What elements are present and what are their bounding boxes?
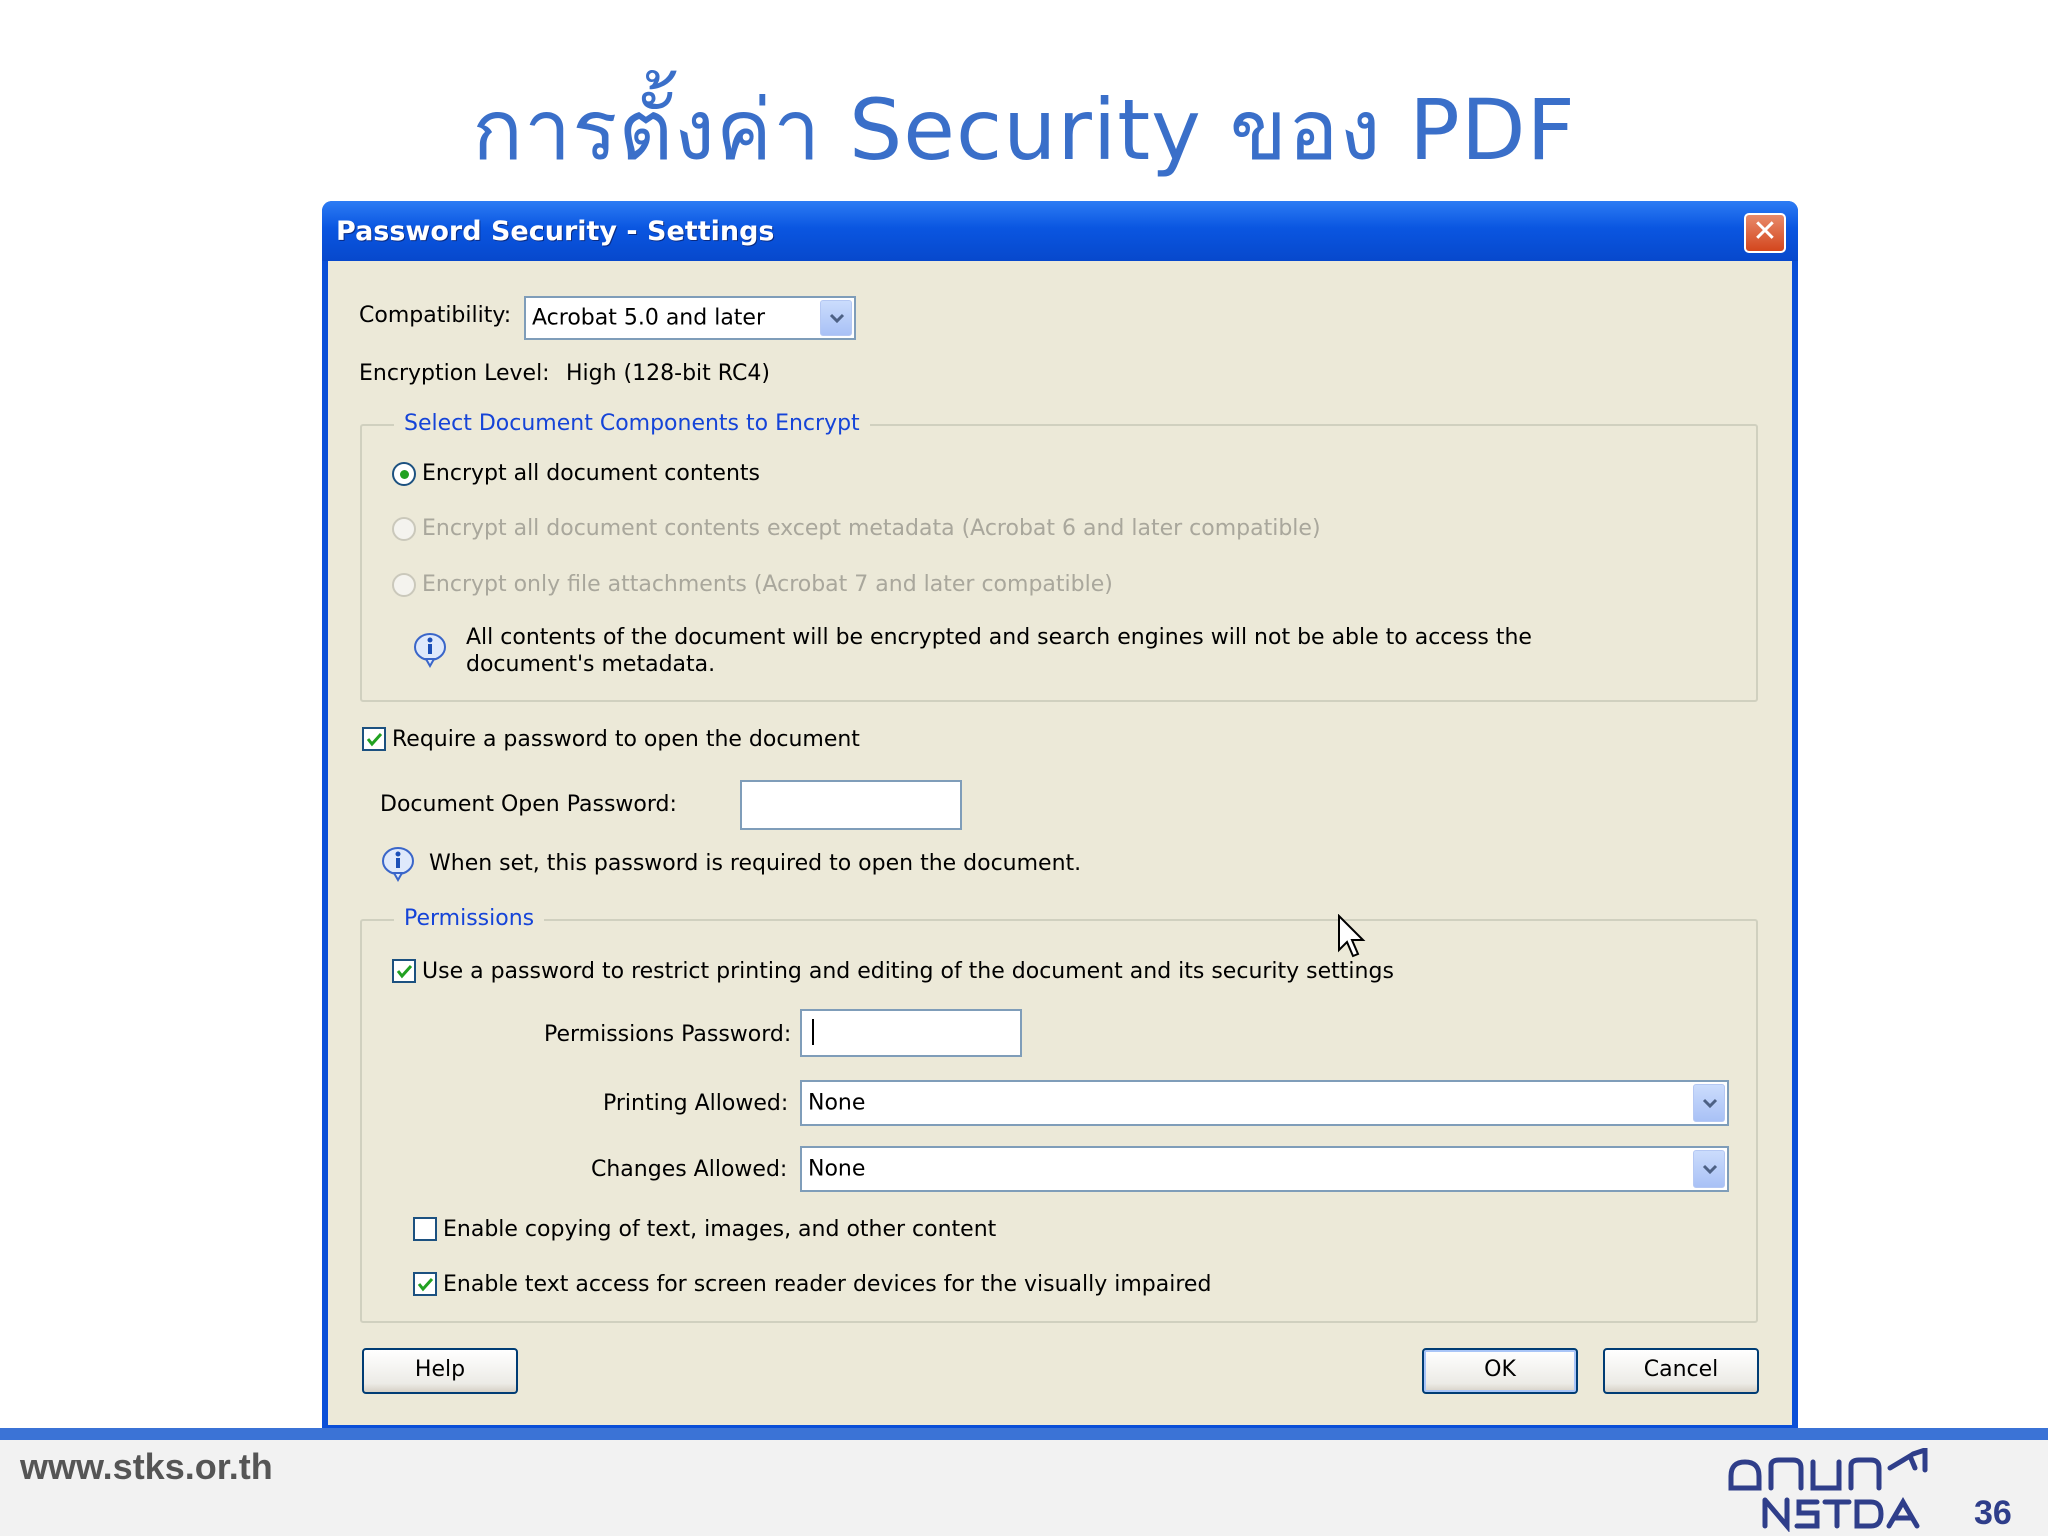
permissions-password-input[interactable]	[800, 1009, 1022, 1057]
radio-encrypt-except-metadata	[392, 517, 416, 541]
help-button[interactable]: Help	[362, 1348, 518, 1394]
enable-screen-reader-label[interactable]: Enable text access for screen reader dev…	[443, 1272, 1211, 1297]
radio-encrypt-attachments-label: Encrypt only file attachments (Acrobat 7…	[422, 572, 1113, 597]
radio-selected-dot	[400, 470, 409, 479]
changes-allowed-value: None	[808, 1156, 866, 1182]
enable-copying-label[interactable]: Enable copying of text, images, and othe…	[443, 1217, 996, 1242]
checkmark-icon	[366, 732, 383, 747]
components-group-legend: Select Document Components to Encrypt	[394, 411, 870, 436]
encryption-level-value: High (128-bit RC4)	[566, 361, 770, 386]
printing-allowed-value: None	[808, 1090, 866, 1116]
printing-allowed-label: Printing Allowed:	[603, 1091, 789, 1116]
password-security-dialog: Password Security - Settings ✕ Compatibi…	[322, 201, 1798, 1431]
printing-allowed-select[interactable]: None	[800, 1080, 1729, 1126]
open-password-label: Document Open Password:	[380, 792, 677, 817]
compatibility-label: Compatibility:	[359, 303, 512, 328]
components-info-line1: All contents of the document will be enc…	[466, 625, 1532, 650]
radio-encrypt-except-metadata-label: Encrypt all document contents except met…	[422, 516, 1321, 541]
components-group: Select Document Components to Encrypt En…	[360, 411, 1758, 702]
changes-allowed-label: Changes Allowed:	[591, 1157, 788, 1182]
dialog-body: Compatibility: Acrobat 5.0 and later Enc…	[328, 261, 1792, 1425]
checkmark-icon	[417, 1277, 434, 1292]
compatibility-value: Acrobat 5.0 and later	[532, 305, 766, 331]
slide-title: การตั้งค่า Security ของ PDF	[472, 81, 1576, 179]
checkmark-icon	[396, 964, 413, 979]
open-password-input[interactable]	[740, 780, 962, 830]
radio-encrypt-attachments	[392, 573, 416, 597]
text-caret	[812, 1019, 814, 1045]
encryption-level-label: Encryption Level:	[359, 361, 550, 386]
chevron-down-icon[interactable]	[1693, 1150, 1725, 1188]
require-password-label[interactable]: Require a password to open the document	[392, 727, 860, 752]
permissions-group: Permissions Use a password to restrict p…	[360, 906, 1758, 1323]
cancel-button[interactable]: Cancel	[1603, 1348, 1759, 1394]
restrict-permissions-label[interactable]: Use a password to restrict printing and …	[422, 959, 1394, 984]
enable-screen-reader-checkbox[interactable]	[413, 1272, 437, 1296]
close-icon: ✕	[1752, 214, 1778, 249]
permissions-password-label: Permissions Password:	[544, 1022, 792, 1047]
footer-url: www.stks.or.th	[20, 1446, 273, 1487]
chevron-down-icon[interactable]	[1693, 1084, 1725, 1122]
enable-copying-checkbox[interactable]	[413, 1217, 437, 1241]
chevron-down-icon[interactable]	[820, 300, 852, 336]
close-button[interactable]: ✕	[1744, 213, 1786, 253]
info-icon	[382, 847, 414, 882]
info-icon	[414, 633, 446, 668]
slide-footer-bar	[0, 1428, 2048, 1440]
open-password-info: When set, this password is required to o…	[429, 851, 1082, 876]
page-number: 36	[1974, 1494, 2012, 1532]
permissions-group-legend: Permissions	[394, 906, 545, 931]
require-password-checkbox[interactable]	[362, 727, 386, 751]
components-info-line2: document's metadata.	[466, 652, 716, 677]
compatibility-select[interactable]: Acrobat 5.0 and later	[524, 296, 856, 340]
mouse-cursor-icon	[1338, 914, 1366, 958]
dialog-title: Password Security - Settings	[336, 216, 775, 247]
radio-encrypt-all[interactable]	[392, 462, 416, 486]
dialog-titlebar[interactable]: Password Security - Settings ✕	[322, 201, 1798, 261]
radio-encrypt-all-label[interactable]: Encrypt all document contents	[422, 461, 760, 486]
changes-allowed-select[interactable]: None	[800, 1146, 1729, 1192]
ok-button[interactable]: OK	[1422, 1348, 1578, 1394]
nstda-logo	[1728, 1448, 1928, 1532]
restrict-permissions-checkbox[interactable]	[392, 959, 416, 983]
